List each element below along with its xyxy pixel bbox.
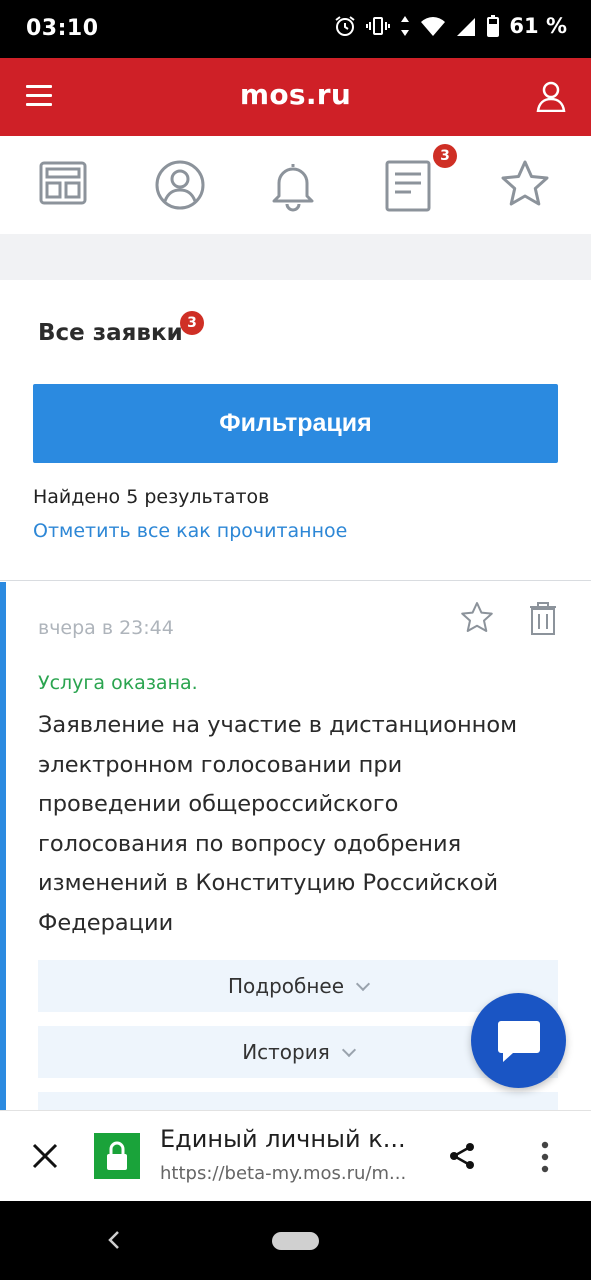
chevron-down-icon [341,1042,356,1058]
app-header: mos.ru [0,58,591,136]
chevron-down-icon [355,976,371,992]
document-icon [385,160,431,212]
signal-icon [457,18,476,36]
page-title: Все заявки [38,320,183,346]
brand-logo[interactable]: mos.ru [0,78,591,111]
custom-tab-toolbar: Единый личный к... https://beta-my.mos.r… [0,1110,591,1201]
trash-icon[interactable] [528,600,558,636]
results-count: Найдено 5 результатов [33,486,270,508]
wifi-icon [421,17,446,36]
requests-list: Все заявки 3 Фильтрация Найдено 5 резуль… [0,280,591,1112]
more-vert-icon[interactable] [538,1139,552,1175]
battery-icon [487,15,500,37]
vibrate-icon [366,17,391,35]
divider [0,580,591,581]
mark-all-read-link[interactable]: Отметить все как прочитанное [33,520,347,542]
request-date: вчера в 23:44 [38,617,174,639]
lock-icon [107,1141,127,1170]
close-icon[interactable] [30,1141,60,1171]
secure-lock-icon[interactable] [94,1133,140,1179]
section-separator [0,234,591,280]
battery-percent: 61 % [509,14,567,38]
section-tabs: 3 [0,136,591,234]
details-label: Подробнее [227,974,345,998]
page-title-text[interactable]: Единый личный к... [160,1125,412,1153]
favorite-star-icon[interactable] [459,600,495,636]
tab-notifications[interactable] [266,158,320,212]
data-arrows-icon [401,16,410,36]
profile-icon [155,160,205,210]
page-url[interactable]: https://beta-my.mos.ru/m... [160,1163,412,1184]
filter-button[interactable]: Фильтрация [33,384,558,463]
details-toggle[interactable]: Подробнее [38,960,558,1012]
star-icon [501,160,549,206]
title-badge: 3 [180,311,204,335]
tab-dashboard[interactable] [37,158,91,212]
system-nav-bar [0,1201,591,1280]
third-toggle[interactable]: Д [38,1092,558,1112]
screen: 03:10 61 % mos.ru 3 Все заявки 3 Фильтра… [0,0,591,1280]
tab-requests-badge: 3 [433,144,457,168]
tab-profile[interactable] [153,158,207,212]
status-icons: 61 % [333,14,567,38]
status-time: 03:10 [26,16,99,41]
back-icon[interactable] [104,1229,124,1251]
unread-indicator [0,582,6,1112]
request-description: Заявление на участие в дистанционном эле… [38,712,518,936]
home-pill[interactable] [272,1232,319,1250]
bell-icon [272,164,314,212]
tab-favorites[interactable] [498,158,552,212]
user-icon[interactable] [535,80,567,112]
alarm-icon [335,16,356,36]
chat-fab-button[interactable] [471,993,566,1088]
share-icon[interactable] [448,1141,476,1171]
request-status: Услуга оказана. [38,672,198,694]
chat-bubble-icon [498,1021,540,1062]
dashboard-icon [39,161,87,205]
history-label: История [242,1040,330,1064]
status-bar: 03:10 61 % [0,0,591,58]
tab-requests[interactable]: 3 [381,144,457,212]
